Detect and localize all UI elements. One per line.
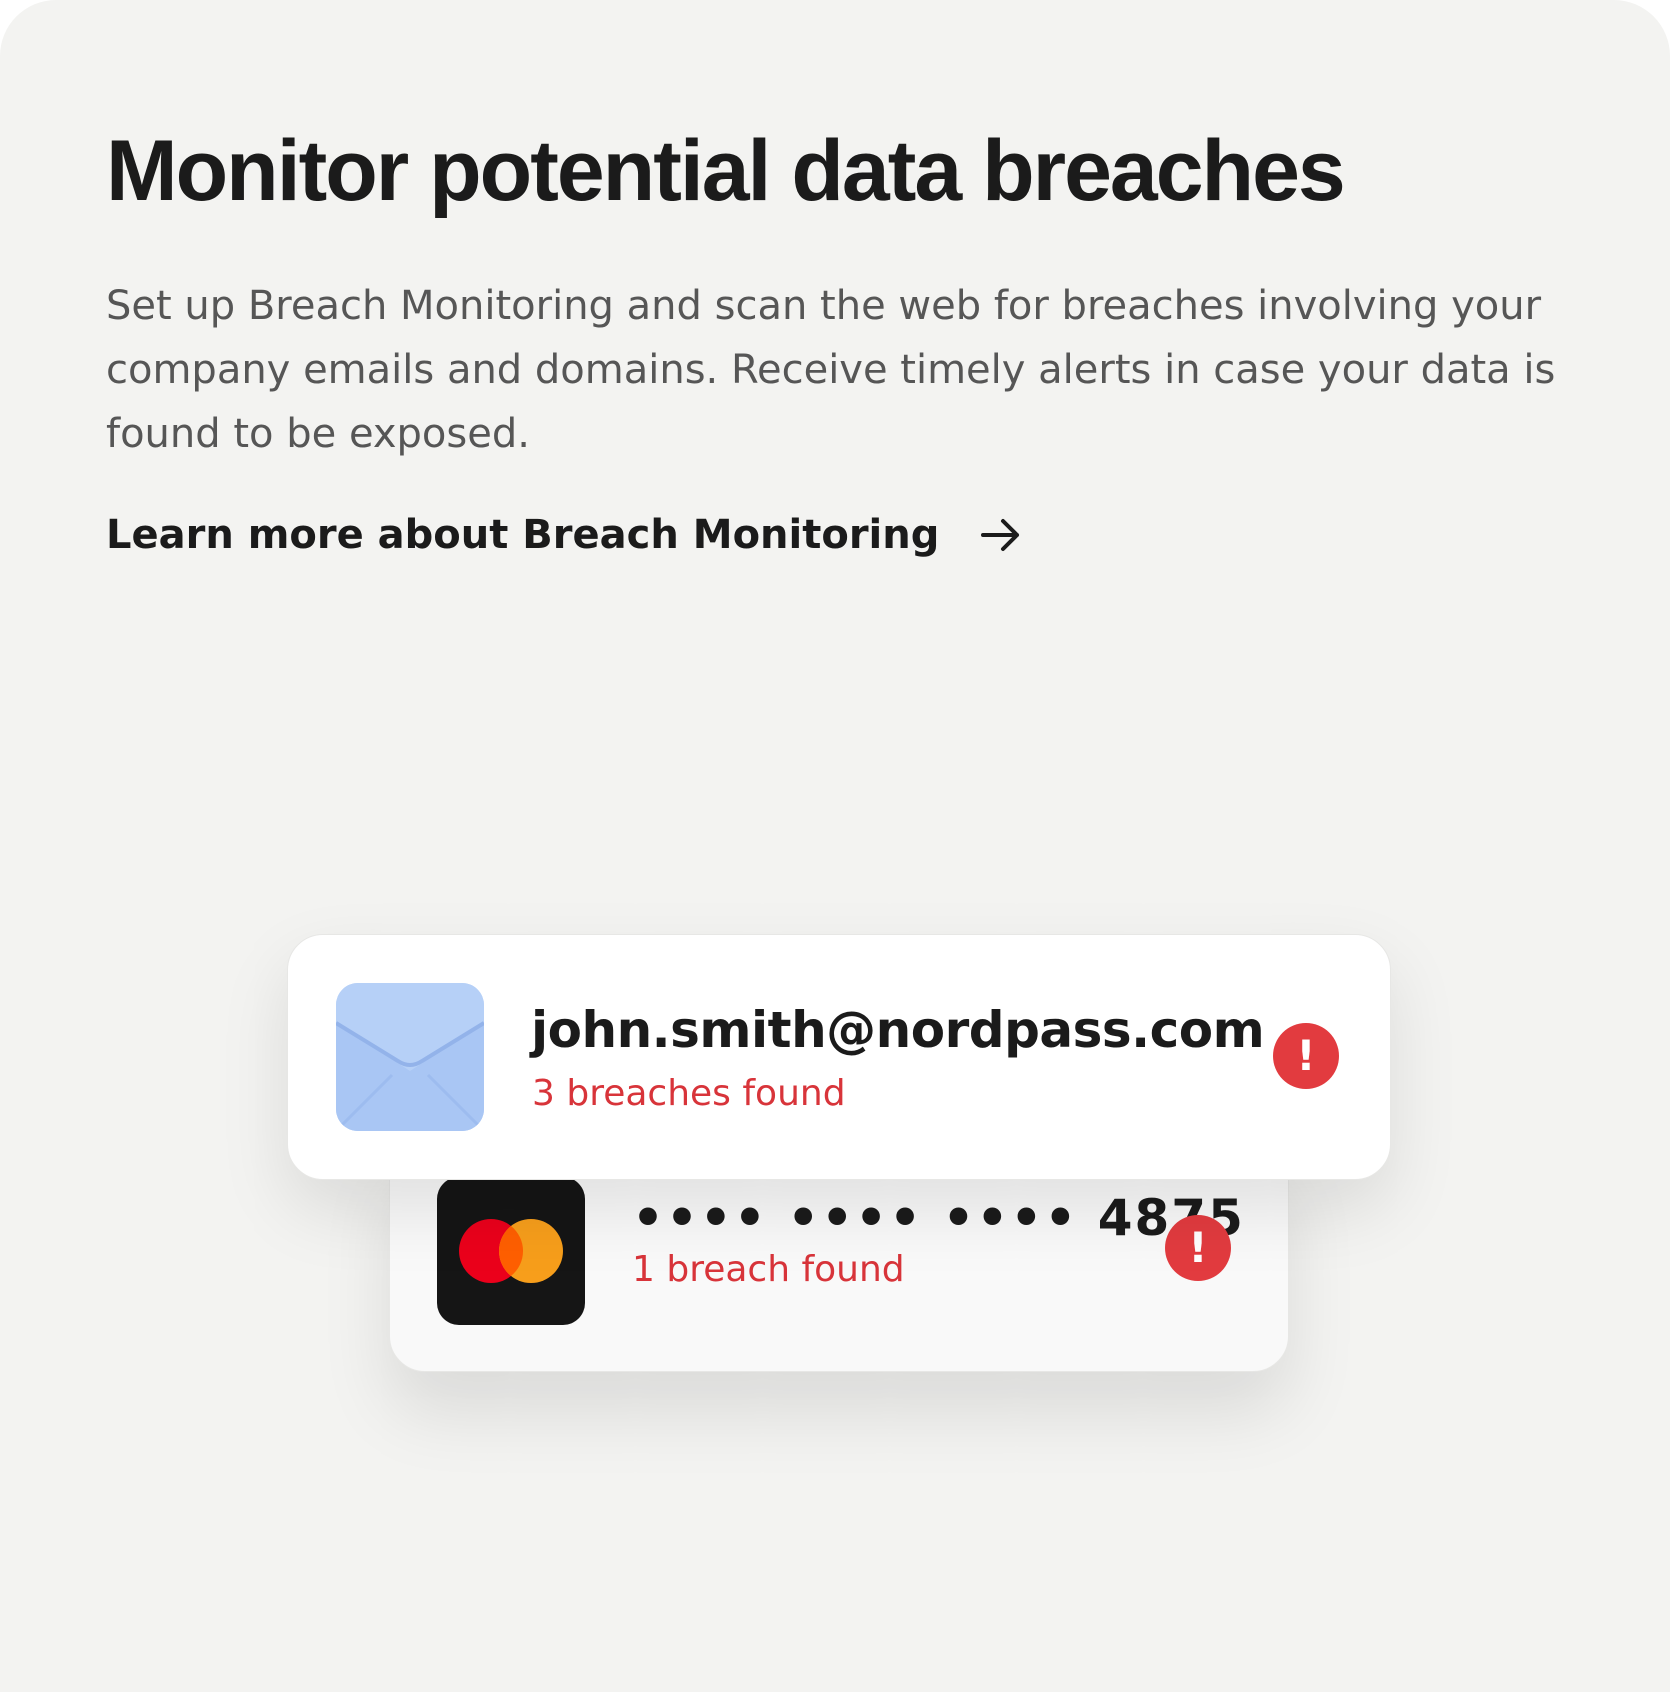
- exclamation-icon: !: [1165, 1215, 1231, 1281]
- breach-count: 1 breach found: [632, 1249, 905, 1290]
- page-title: Monitor potential data breaches: [106, 123, 1346, 219]
- arrow-right-icon: [981, 519, 1020, 551]
- feature-description: Set up Breach Monitoring and scan the we…: [106, 283, 1556, 457]
- feature-panel: Monitor potential data breaches Set up B…: [0, 0, 1670, 1692]
- learn-more-link[interactable]: Learn more about Breach Monitoring: [106, 512, 1023, 558]
- breach-count: 3 breaches found: [532, 1073, 846, 1114]
- exclamation-icon: !: [1273, 1023, 1339, 1089]
- card-number: •••• •••• •••• 4875: [632, 1189, 1245, 1247]
- email-address: john.smith@nordpass.com: [531, 1001, 1265, 1059]
- mastercard-icon: [437, 1177, 585, 1325]
- envelope-icon: [336, 983, 484, 1131]
- breach-card-email[interactable]: john.smith@nordpass.com 3 breaches found…: [287, 934, 1391, 1180]
- learn-more-label: Learn more about Breach Monitoring: [106, 512, 940, 558]
